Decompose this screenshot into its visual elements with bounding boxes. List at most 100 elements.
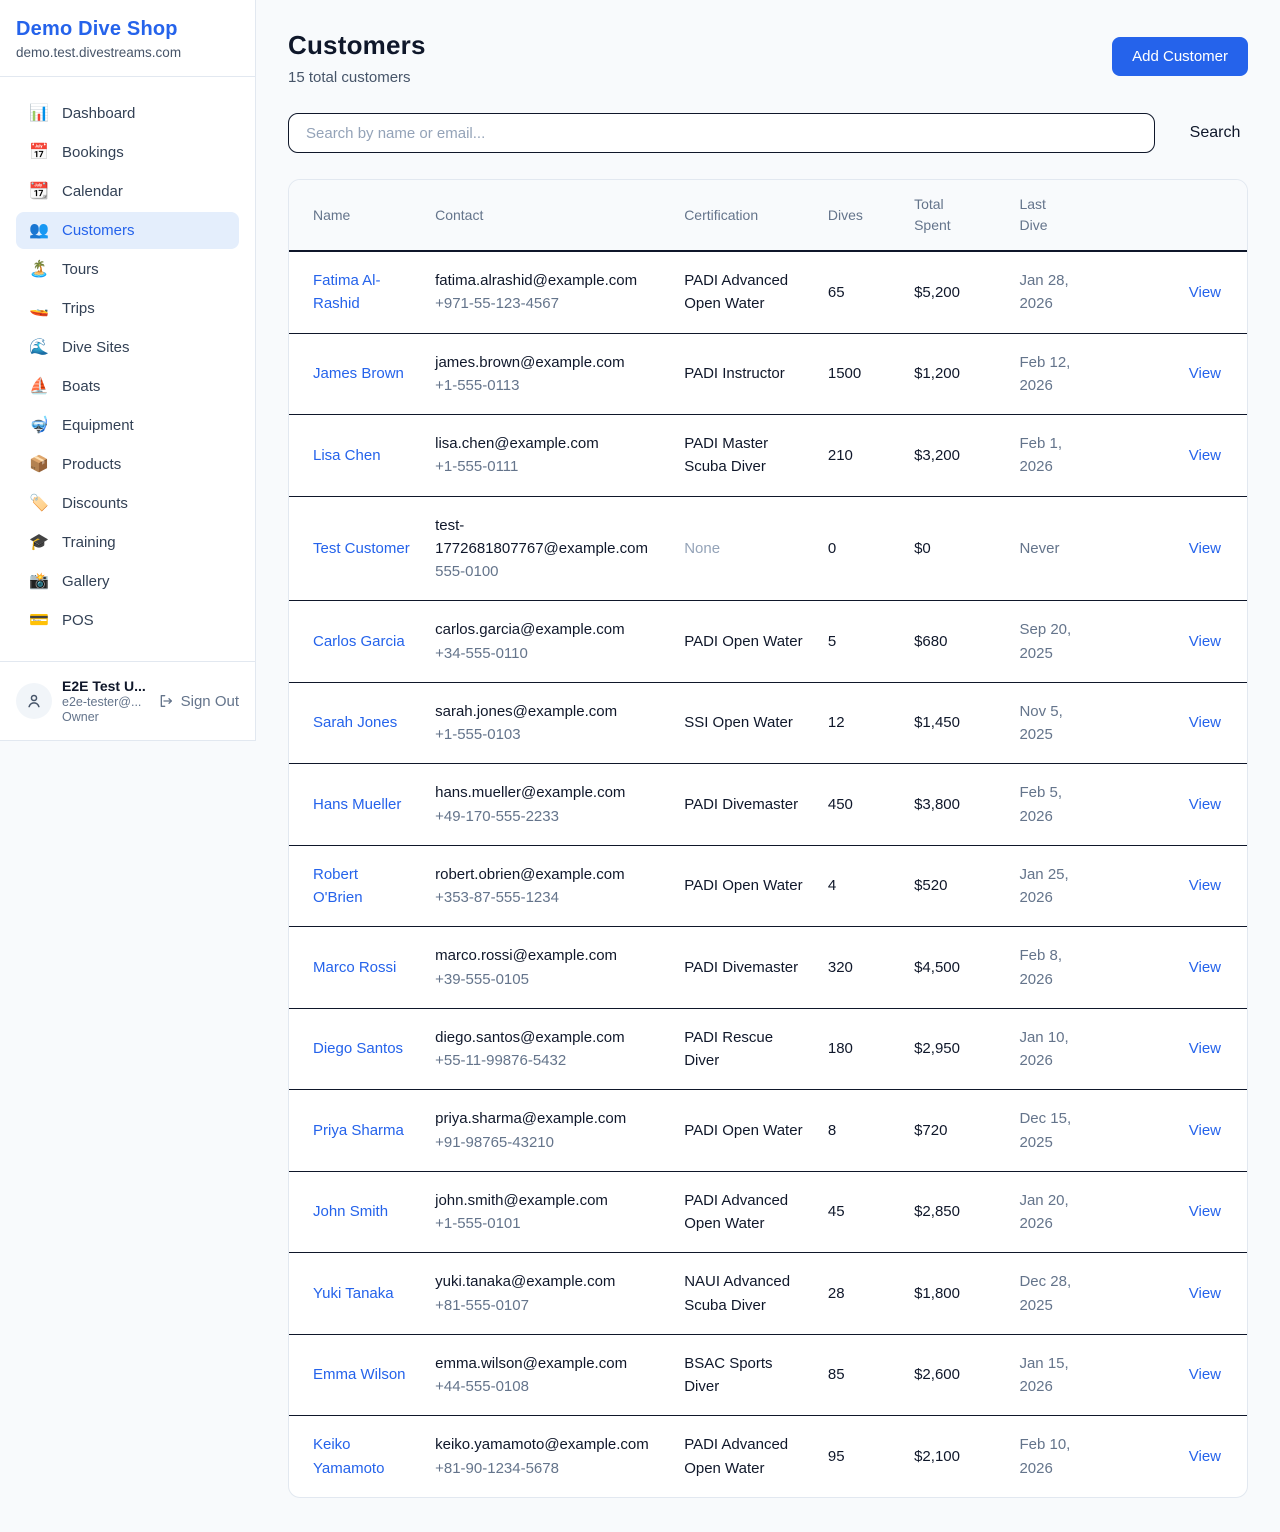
shop-name: Demo Dive Shop	[16, 18, 239, 41]
sidebar-item-bookings[interactable]: 📅 Bookings	[16, 134, 239, 171]
view-link[interactable]: View	[1189, 1285, 1221, 1302]
customer-name-cell: Diego Santos	[289, 1008, 423, 1090]
view-cell: View	[1108, 1090, 1247, 1172]
sidebar-item-trips[interactable]: 🚤 Trips	[16, 290, 239, 327]
view-link[interactable]: View	[1189, 284, 1221, 301]
customer-name-link[interactable]: Lisa Chen	[313, 447, 381, 464]
add-customer-button[interactable]: Add Customer	[1112, 37, 1248, 76]
sidebar-item-dive-sites[interactable]: 🌊 Dive Sites	[16, 329, 239, 366]
contact-cell: carlos.garcia@example.com +34-555-0110	[423, 601, 672, 683]
customer-name-link[interactable]: Keiko Yamamoto	[313, 1436, 384, 1476]
customer-name-link[interactable]: Diego Santos	[313, 1040, 403, 1057]
sign-out-button[interactable]: Sign Out	[158, 693, 239, 710]
col-header-actions	[1108, 180, 1247, 251]
sidebar-item-training[interactable]: 🎓 Training	[16, 524, 239, 561]
customer-email: test-1772681807767@example.com	[435, 514, 660, 561]
view-cell: View	[1108, 496, 1247, 601]
search-input[interactable]	[288, 113, 1155, 153]
table-row: James Brown james.brown@example.com +1-5…	[289, 333, 1247, 415]
sidebar-item-products[interactable]: 📦 Products	[16, 446, 239, 483]
last-dive-cell: Feb 12, 2026	[1007, 333, 1108, 415]
view-link[interactable]: View	[1189, 1122, 1221, 1139]
sidebar-item-dashboard[interactable]: 📊 Dashboard	[16, 95, 239, 132]
col-header-certification: Certification	[672, 180, 816, 251]
table-row: Marco Rossi marco.rossi@example.com +39-…	[289, 927, 1247, 1009]
user-info: E2E Test U... e2e-tester@... Owner	[62, 678, 148, 724]
table-row: Priya Sharma priya.sharma@example.com +9…	[289, 1090, 1247, 1172]
col-header-dives: Dives	[816, 180, 902, 251]
table-row: Fatima Al-Rashid fatima.alrashid@example…	[289, 251, 1247, 333]
view-cell: View	[1108, 764, 1247, 846]
customer-name-link[interactable]: Carlos Garcia	[313, 633, 405, 650]
customer-phone: +971-55-123-4567	[435, 292, 660, 315]
customer-email: hans.mueller@example.com	[435, 781, 660, 804]
search-button[interactable]: Search	[1182, 116, 1248, 150]
customer-name-link[interactable]: Robert O'Brien	[313, 866, 363, 906]
customers-table: Name Contact Certification Dives Total S…	[289, 180, 1247, 1497]
view-link[interactable]: View	[1189, 877, 1221, 894]
last-dive-cell: Sep 20, 2025	[1007, 601, 1108, 683]
customer-name-cell: James Brown	[289, 333, 423, 415]
sidebar-item-label: Customers	[62, 222, 135, 239]
sidebar-item-gallery[interactable]: 📸 Gallery	[16, 563, 239, 600]
customer-name-link[interactable]: Yuki Tanaka	[313, 1285, 394, 1302]
customer-name-link[interactable]: Test Customer	[313, 540, 410, 557]
customer-phone: +1-555-0111	[435, 455, 660, 478]
table-row: Diego Santos diego.santos@example.com +5…	[289, 1008, 1247, 1090]
last-dive-cell: Jan 10, 2026	[1007, 1008, 1108, 1090]
last-dive-cell: Jan 28, 2026	[1007, 251, 1108, 333]
customer-email: diego.santos@example.com	[435, 1026, 660, 1049]
customer-count: 15 total customers	[288, 69, 426, 86]
certification-cell: PADI Open Water	[672, 601, 816, 683]
view-link[interactable]: View	[1189, 714, 1221, 731]
camera-flash-icon: 📸	[29, 574, 49, 590]
wave-icon: 🌊	[29, 340, 49, 356]
certification-cell: PADI Open Water	[672, 845, 816, 927]
sidebar-item-boats[interactable]: ⛵ Boats	[16, 368, 239, 405]
sidebar-item-calendar[interactable]: 📆 Calendar	[16, 173, 239, 210]
customer-name-link[interactable]: Hans Mueller	[313, 796, 401, 813]
sidebar-item-pos[interactable]: 💳 POS	[16, 602, 239, 639]
customer-name-link[interactable]: Emma Wilson	[313, 1366, 406, 1383]
customer-name-link[interactable]: John Smith	[313, 1203, 388, 1220]
sidebar-item-customers[interactable]: 👥 Customers	[16, 212, 239, 249]
dives-cell: 210	[816, 415, 902, 497]
last-dive-cell: Jan 15, 2026	[1007, 1334, 1108, 1416]
customer-name-cell: Emma Wilson	[289, 1334, 423, 1416]
bar-chart-icon: 📊	[29, 106, 49, 122]
col-header-name: Name	[289, 180, 423, 251]
col-header-last-dive: Last Dive	[1007, 180, 1108, 251]
view-link[interactable]: View	[1189, 365, 1221, 382]
sidebar-item-discounts[interactable]: 🏷️ Discounts	[16, 485, 239, 522]
customer-email: sarah.jones@example.com	[435, 700, 660, 723]
customer-name-link[interactable]: Marco Rossi	[313, 959, 396, 976]
view-link[interactable]: View	[1189, 959, 1221, 976]
customer-name-link[interactable]: Priya Sharma	[313, 1122, 404, 1139]
table-row: Carlos Garcia carlos.garcia@example.com …	[289, 601, 1247, 683]
view-cell: View	[1108, 415, 1247, 497]
total-spent-cell: $3,200	[902, 415, 1007, 497]
view-link[interactable]: View	[1189, 796, 1221, 813]
view-link[interactable]: View	[1189, 633, 1221, 650]
customer-name-link[interactable]: James Brown	[313, 365, 404, 382]
last-dive-cell: Dec 15, 2025	[1007, 1090, 1108, 1172]
sidebar-item-tours[interactable]: 🏝️ Tours	[16, 251, 239, 288]
view-link[interactable]: View	[1189, 1448, 1221, 1465]
view-cell: View	[1108, 1334, 1247, 1416]
view-link[interactable]: View	[1189, 1203, 1221, 1220]
customer-name-link[interactable]: Fatima Al-Rashid	[313, 272, 381, 312]
customer-name-cell: Priya Sharma	[289, 1090, 423, 1172]
sidebar-nav: 📊 Dashboard 📅 Bookings 📆 Calendar 👥 Cust…	[0, 77, 255, 655]
view-cell: View	[1108, 601, 1247, 683]
view-link[interactable]: View	[1189, 447, 1221, 464]
customer-name-link[interactable]: Sarah Jones	[313, 714, 397, 731]
sidebar-item-equipment[interactable]: 🤿 Equipment	[16, 407, 239, 444]
view-link[interactable]: View	[1189, 1040, 1221, 1057]
view-link[interactable]: View	[1189, 1366, 1221, 1383]
speedboat-icon: 🚤	[29, 301, 49, 317]
customer-phone: +1-555-0101	[435, 1212, 660, 1235]
certification-cell: SSI Open Water	[672, 682, 816, 764]
dives-cell: 320	[816, 927, 902, 1009]
customer-phone: +55-11-99876-5432	[435, 1049, 660, 1072]
view-link[interactable]: View	[1189, 540, 1221, 557]
